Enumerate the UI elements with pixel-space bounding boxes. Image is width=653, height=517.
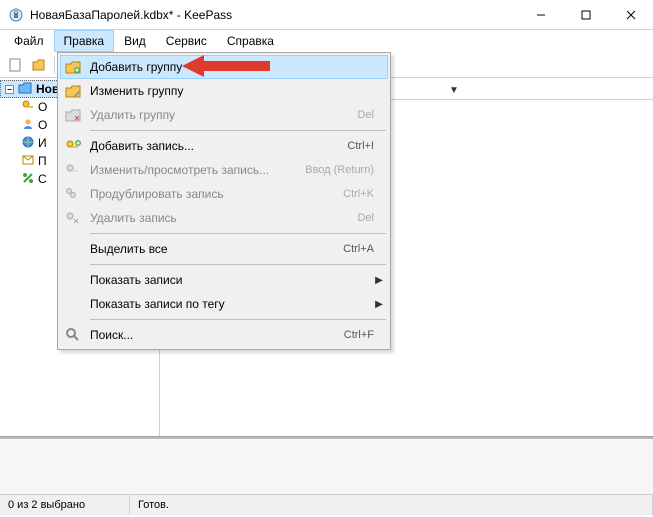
- menu-item[interactable]: Добавить группу: [60, 55, 388, 79]
- tree-item-label: С: [38, 172, 47, 186]
- key-dup-icon: [64, 185, 82, 203]
- menu-item: Продублировать запись Ctrl+K: [60, 182, 388, 206]
- menu-item[interactable]: Показать записи по тегу ▶: [60, 292, 388, 316]
- menu-edit[interactable]: Правка: [54, 30, 115, 52]
- tree-item-label: О: [38, 100, 47, 114]
- menu-item-label: Изменить/просмотреть запись...: [90, 163, 297, 177]
- toolbar-separator: [54, 56, 55, 74]
- user-icon: [22, 118, 34, 133]
- expand-icon[interactable]: −: [5, 85, 14, 94]
- menu-item: Изменить/просмотреть запись... Ввод (Retu…: [60, 158, 388, 182]
- key-edit-icon: [64, 161, 82, 179]
- menu-item-shortcut: Ctrl+F: [344, 329, 384, 341]
- menu-separator: [90, 319, 386, 320]
- menu-item-shortcut: Ctrl+A: [343, 243, 384, 255]
- menu-item-shortcut: Ctrl+K: [343, 188, 384, 200]
- menu-item[interactable]: Выделить все Ctrl+A: [60, 237, 388, 261]
- tree-item-label: И: [38, 136, 47, 150]
- menu-item-label: Добавить группу: [90, 60, 384, 74]
- menu-item-label: Поиск...: [90, 328, 336, 342]
- menu-item-label: Показать записи: [90, 273, 366, 287]
- submenu-arrow-icon: ▶: [374, 299, 384, 310]
- menu-item-shortcut: Del: [357, 212, 384, 224]
- submenu-arrow-icon: ▶: [374, 275, 384, 286]
- menu-item: Удалить группу Del: [60, 103, 388, 127]
- app-icon: [8, 7, 24, 23]
- menu-item-shortcut: Del: [357, 109, 384, 121]
- menu-file[interactable]: Файл: [4, 30, 54, 52]
- tree-item-label: О: [38, 118, 47, 132]
- toolbar-new-icon[interactable]: [4, 54, 26, 76]
- blank-icon: [64, 271, 82, 289]
- folder-edit-icon: [64, 82, 82, 100]
- menu-item-label: Показать записи по тегу: [90, 297, 366, 311]
- menubar: Файл Правка Вид Сервис Справка: [0, 30, 653, 52]
- close-button[interactable]: [608, 0, 653, 29]
- menu-separator: [90, 233, 386, 234]
- menu-item-label: Удалить группу: [90, 108, 349, 122]
- key-del-icon: [64, 209, 82, 227]
- edit-menu-dropdown: Добавить группу Изменить группу Удалить гр…: [57, 52, 391, 350]
- menu-item[interactable]: Добавить запись... Ctrl+I: [60, 134, 388, 158]
- menu-separator: [90, 130, 386, 131]
- menu-item-shortcut: Ctrl+I: [347, 140, 384, 152]
- menu-item-label: Удалить запись: [90, 211, 349, 225]
- key-icon: [22, 100, 34, 115]
- menu-item[interactable]: Изменить группу: [60, 79, 388, 103]
- maximize-button[interactable]: [563, 0, 608, 29]
- menu-item-shortcut: Ввод (Return): [305, 164, 384, 176]
- menu-help[interactable]: Справка: [217, 30, 284, 52]
- details-pane: [0, 437, 653, 495]
- blank-icon: [64, 295, 82, 313]
- menu-item: Удалить запись Del: [60, 206, 388, 230]
- menu-separator: [90, 264, 386, 265]
- mail-icon: [22, 154, 34, 168]
- window-title: НоваяБазаПаролей.kdbx* - KeePass: [30, 8, 518, 22]
- search-icon: [64, 326, 82, 344]
- toolbar-open-icon[interactable]: [28, 54, 50, 76]
- menu-item[interactable]: Показать записи ▶: [60, 268, 388, 292]
- menu-item[interactable]: Поиск... Ctrl+F: [60, 323, 388, 347]
- key-add-icon: [64, 137, 82, 155]
- tree-item-label: П: [38, 154, 47, 168]
- menu-tools[interactable]: Сервис: [156, 30, 217, 52]
- menu-item-label: Выделить все: [90, 242, 335, 256]
- menu-item-label: Изменить группу: [90, 84, 384, 98]
- menu-item-label: Продублировать запись: [90, 187, 335, 201]
- status-bar: 0 из 2 выбрано Готов.: [0, 495, 653, 515]
- blank-icon: [64, 240, 82, 258]
- minimize-button[interactable]: [518, 0, 563, 29]
- folder-add-icon: [64, 58, 82, 76]
- folder-del-icon: [64, 106, 82, 124]
- status-selection: 0 из 2 выбрано: [0, 495, 130, 515]
- folder-open-icon: [18, 82, 32, 97]
- percent-icon: [22, 172, 34, 187]
- status-ready: Готов.: [130, 495, 653, 515]
- menu-view[interactable]: Вид: [114, 30, 156, 52]
- menu-item-label: Добавить запись...: [90, 139, 339, 153]
- globe-icon: [22, 136, 34, 151]
- dropdown-indicator-icon[interactable]: ▼: [449, 85, 459, 96]
